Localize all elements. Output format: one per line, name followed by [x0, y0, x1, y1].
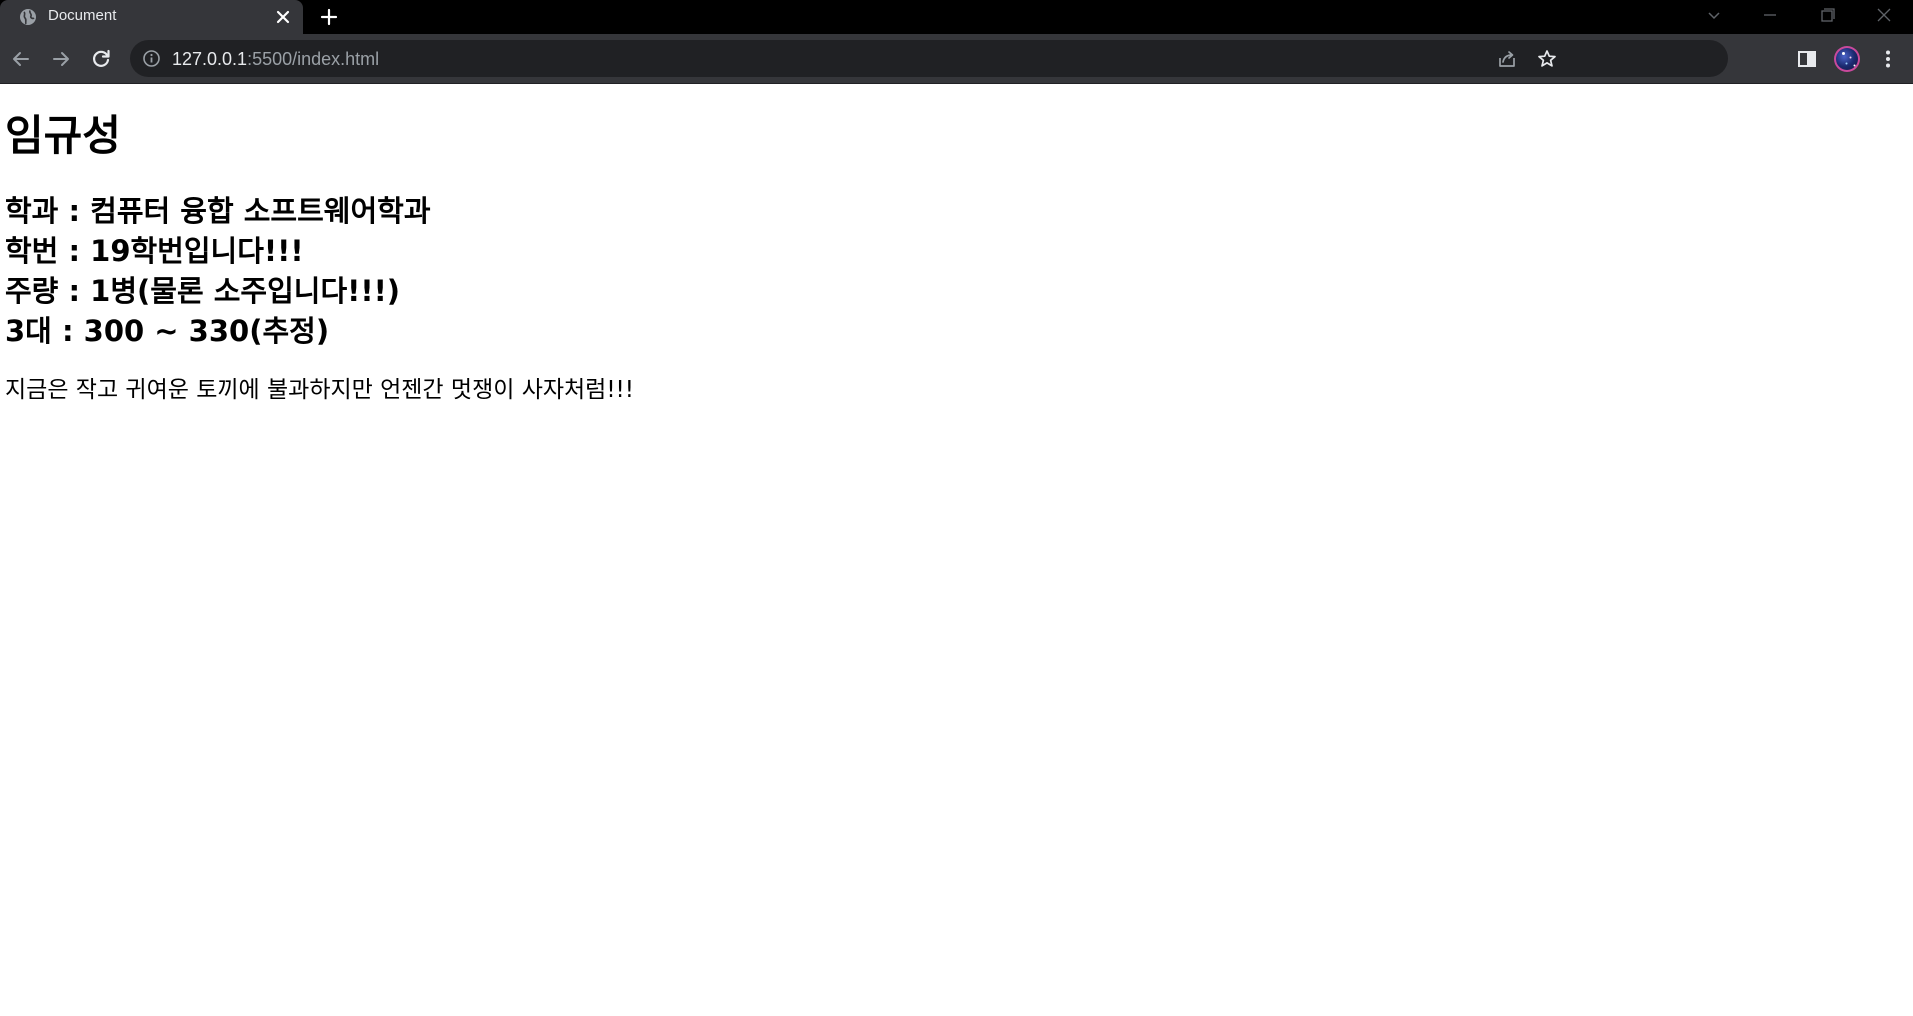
- page-title: 임규성: [5, 111, 121, 160]
- bookmark-star-icon[interactable]: [1536, 48, 1558, 70]
- motto-text: 지금은 작고 귀여운 토끼에 불과하지만 언젠간 멋쟁이 사자처럼!!!: [5, 377, 634, 403]
- info-student-id: 학번 : 19학번입니다!!!: [5, 234, 304, 268]
- forward-arrow-icon[interactable]: [49, 47, 73, 71]
- info-icon[interactable]: [142, 49, 161, 68]
- info-drinking-capacity: 주량 : 1병(물론 소주입니다!!!): [5, 274, 401, 308]
- url-host: 127.0.0.1: [172, 49, 248, 69]
- reload-icon[interactable]: [89, 47, 113, 71]
- globe-icon: [20, 9, 36, 25]
- chevron-down-icon[interactable]: [1700, 4, 1728, 26]
- url-text[interactable]: 127.0.0.1:5500/index.html: [172, 49, 379, 69]
- info-big-three-lifts: 3대 : 300 ~ 330(추정): [5, 314, 330, 348]
- page-content: 임규성 학과 : 컴퓨터 융합 소프트웨어학과 학번 : 19학번입니다!!! …: [0, 84, 1913, 1016]
- minimize-icon[interactable]: [1756, 4, 1784, 26]
- plus-icon[interactable]: [318, 6, 340, 28]
- close-icon[interactable]: [1870, 4, 1898, 26]
- restore-icon[interactable]: [1813, 4, 1841, 26]
- tab-title: Document: [48, 7, 117, 24]
- tab-strip: Document: [0, 0, 1913, 34]
- info-department: 학과 : 컴퓨터 융합 소프트웨어학과: [5, 194, 431, 228]
- address-bar[interactable]: 127.0.0.1:5500/index.html: [130, 40, 1728, 77]
- more-menu-icon[interactable]: [1876, 47, 1900, 71]
- profile-avatar[interactable]: [1834, 46, 1860, 72]
- close-icon[interactable]: [274, 8, 292, 26]
- browser-tab[interactable]: Document: [0, 0, 303, 34]
- share-icon[interactable]: [1496, 48, 1518, 70]
- browser-toolbar: 127.0.0.1:5500/index.html: [0, 34, 1913, 84]
- url-path: :5500/index.html: [247, 49, 380, 69]
- side-panel-icon[interactable]: [1795, 47, 1819, 71]
- back-arrow-icon[interactable]: [9, 47, 33, 71]
